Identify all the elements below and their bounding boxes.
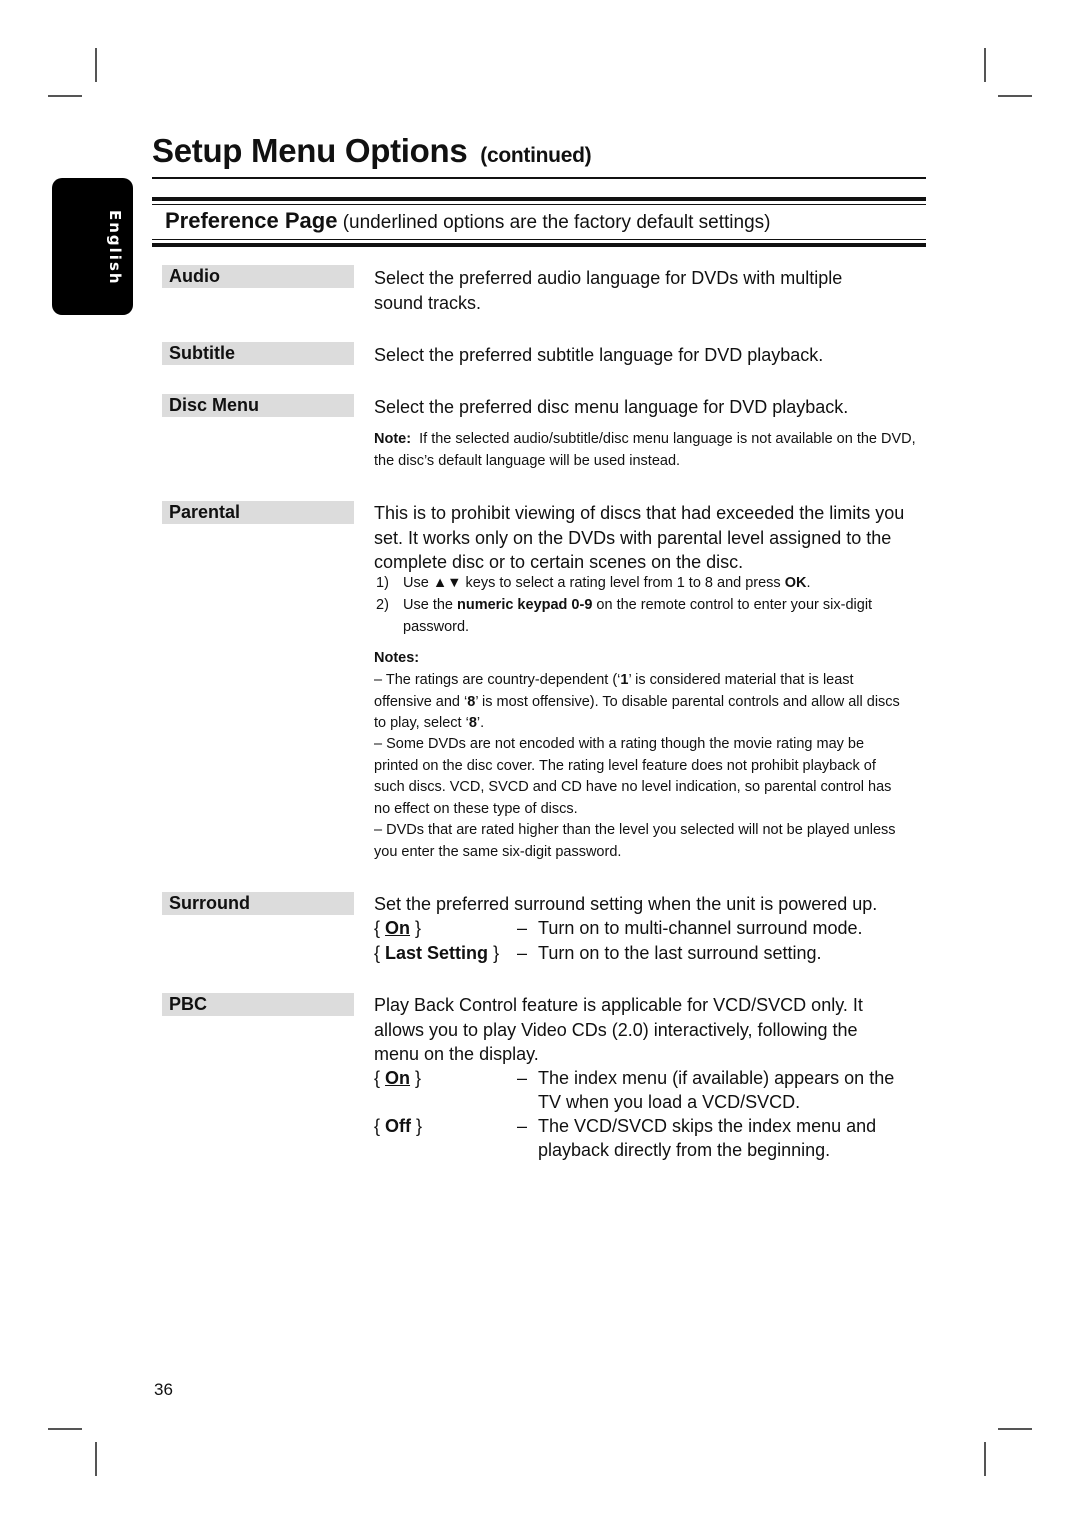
brace-open: { [374,943,381,963]
parental-note-2: – Some DVDs are not encoded with a ratin… [374,734,894,820]
step-text: Use ▲▼ keys to select a rating level fro… [403,573,918,595]
brace-close: } [493,943,500,963]
language-tab: English [52,178,133,315]
option-description-line-1: The index menu (if available) appears on… [538,1068,895,1088]
crop-mark-top-right-horizontal [998,95,1032,97]
step-text: Use the numeric keypad 0-9 on the remote… [403,595,918,638]
brace-close: } [415,918,422,938]
section-rule-bottom-thick [152,243,926,247]
option-dash: – [517,943,528,963]
option-description-line-2: playback directly from the beginning. [538,1140,831,1160]
setting-description-audio: Select the preferred audio language for … [374,268,843,313]
note-bold: 8 [468,715,477,731]
crop-mark-bottom-right-horizontal [998,1428,1032,1430]
step-text-pre: Use [403,575,433,591]
option-name-text: Off [385,1116,412,1136]
step-number: 1) [376,575,389,591]
option-name: { Off } [374,1114,422,1139]
note-text: – DVDs that are rated higher than the le… [374,822,896,860]
language-tab-label: English [106,210,124,286]
crop-mark-top-right-vertical [984,48,986,82]
option-dash: – [517,918,528,938]
option-name-text: Last Setting [385,943,489,963]
disc-menu-note-label: Note: [374,431,412,447]
brace-close: } [416,1116,423,1136]
ok-key-label: OK [784,575,807,591]
setting-description-surround: Set the preferred surround setting when … [374,894,878,914]
parental-note-3: – DVDs that are rated higher than the le… [374,820,899,863]
crop-mark-bottom-left-vertical [95,1442,97,1476]
option-description-line-1: The VCD/SVCD skips the index menu and [538,1116,877,1136]
option-default-name: On [385,1068,411,1088]
option-name: { On } [374,1066,421,1091]
parental-notes-label: Notes: [374,648,922,670]
disc-menu-note: Note: If the selected audio/subtitle/dis… [374,429,922,472]
option-description: Turn on to the last surround setting. [538,943,822,963]
setting-description-pbc: Play Back Control feature is applicable … [374,995,863,1064]
step-text-mid: keys to select a rating level from 1 to … [461,575,785,591]
up-down-arrow-icon: ▲▼ [432,575,462,591]
section-rule-top-thin [152,204,926,205]
note-text: – The ratings are country-dependent (‘ [374,672,621,688]
note-text: – Some DVDs are not encoded with a ratin… [374,736,892,817]
crop-mark-bottom-right-vertical [984,1442,986,1476]
option-dash: – [517,1068,528,1088]
brace-close: } [415,1068,422,1088]
setting-label-parental: Parental [162,501,354,524]
option-description-line-2: TV when you load a VCD/SVCD. [538,1092,801,1112]
page-title-suffix: (continued) [480,144,592,167]
section-rule-top-thick [152,197,926,201]
step-text-post: . [806,575,811,591]
brace-open: { [374,1116,381,1136]
option-dash: – [517,1116,528,1136]
setting-description-subtitle: Select the preferred subtitle language f… [374,345,824,365]
title-underline [152,177,926,179]
option-description: Turn on to multi-channel surround mode. [538,918,863,938]
page-title-text: Setup Menu Options [152,132,468,169]
section-title: Preference Page [165,208,338,233]
note-text: ’. [476,715,485,731]
section-note: (underlined options are the factory defa… [342,212,771,233]
parental-note-1: – The ratings are country-dependent (‘1’… [374,670,914,735]
crop-mark-top-left-vertical [95,48,97,82]
section-heading: Preference Page (underlined options are … [165,208,770,234]
option-default-name: On [385,918,411,938]
crop-mark-bottom-left-horizontal [48,1428,82,1430]
setting-label-pbc: PBC [162,993,354,1016]
step-number: 2) [376,597,389,613]
crop-mark-top-left-horizontal [48,95,82,97]
setting-description-parental: This is to prohibit viewing of discs tha… [374,503,905,572]
setting-label-audio: Audio [162,265,354,288]
brace-open: { [374,1068,381,1088]
page-title: Setup Menu Options (continued) [152,132,592,170]
page-number: 36 [154,1380,173,1399]
brace-open: { [374,918,381,938]
setting-label-subtitle: Subtitle [162,342,354,365]
disc-menu-note-text: If the selected audio/subtitle/disc menu… [374,431,916,469]
setting-label-disc-menu: Disc Menu [162,394,354,417]
section-rule-bottom-thin [152,239,926,240]
numeric-keypad-label: numeric keypad 0-9 [457,597,593,613]
notes-label: Notes: [374,650,420,666]
step-text-pre: Use the [403,597,457,613]
option-name: { On } [374,916,421,941]
option-name: { Last Setting } [374,941,499,966]
setting-description-disc-menu: Select the preferred disc menu language … [374,397,849,417]
setting-label-surround: Surround [162,892,354,915]
